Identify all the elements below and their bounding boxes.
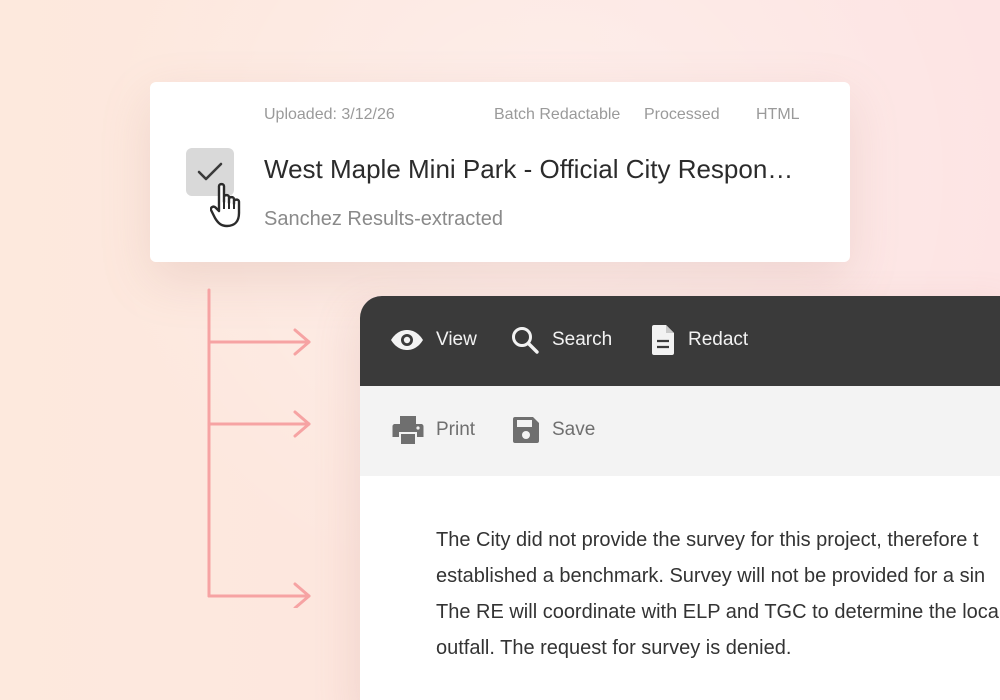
hand-pointer-icon (210, 182, 241, 228)
process-status: Processed (644, 106, 720, 123)
view-label: View (436, 329, 477, 350)
document-line: The RE will coordinate with ELP and TGC … (436, 601, 999, 623)
save-button[interactable]: Save (512, 415, 595, 445)
connector-arrows (207, 288, 311, 608)
search-label: Search (552, 329, 613, 350)
print-label: Print (436, 419, 476, 440)
eye-icon (390, 329, 424, 351)
file-title[interactable]: West Maple Mini Park - Official City Res… (264, 154, 814, 185)
view-button[interactable]: View (390, 325, 477, 355)
search-button[interactable]: Search (510, 325, 612, 355)
redact-label: Redact (688, 329, 749, 350)
file-meta-row: Uploaded: 3/12/26 Batch Redactable Proce… (264, 106, 802, 124)
redact-button[interactable]: Redact (650, 325, 748, 355)
floppy-disk-icon (512, 416, 540, 444)
file-card[interactable]: Uploaded: 3/12/26 Batch Redactable Proce… (150, 82, 850, 262)
document-line: The City did not provide the survey for … (436, 529, 979, 551)
save-label: Save (552, 419, 596, 440)
file-type: HTML (756, 106, 800, 123)
search-icon (510, 325, 540, 355)
document-icon (650, 324, 676, 356)
file-subtitle: Sanchez Results-extracted (264, 208, 504, 230)
print-button[interactable]: Print (392, 415, 475, 445)
document-line: established a benchmark. Survey will not… (436, 565, 986, 587)
document-body: The City did not provide the survey for … (436, 522, 1000, 666)
batch-status: Batch Redactable (494, 106, 621, 123)
upload-date: Uploaded: 3/12/26 (264, 106, 395, 123)
document-line: outfall. The request for survey is denie… (436, 637, 792, 659)
printer-icon (392, 415, 424, 445)
document-viewer: View Search Redact Print Save The City d… (360, 296, 1000, 700)
